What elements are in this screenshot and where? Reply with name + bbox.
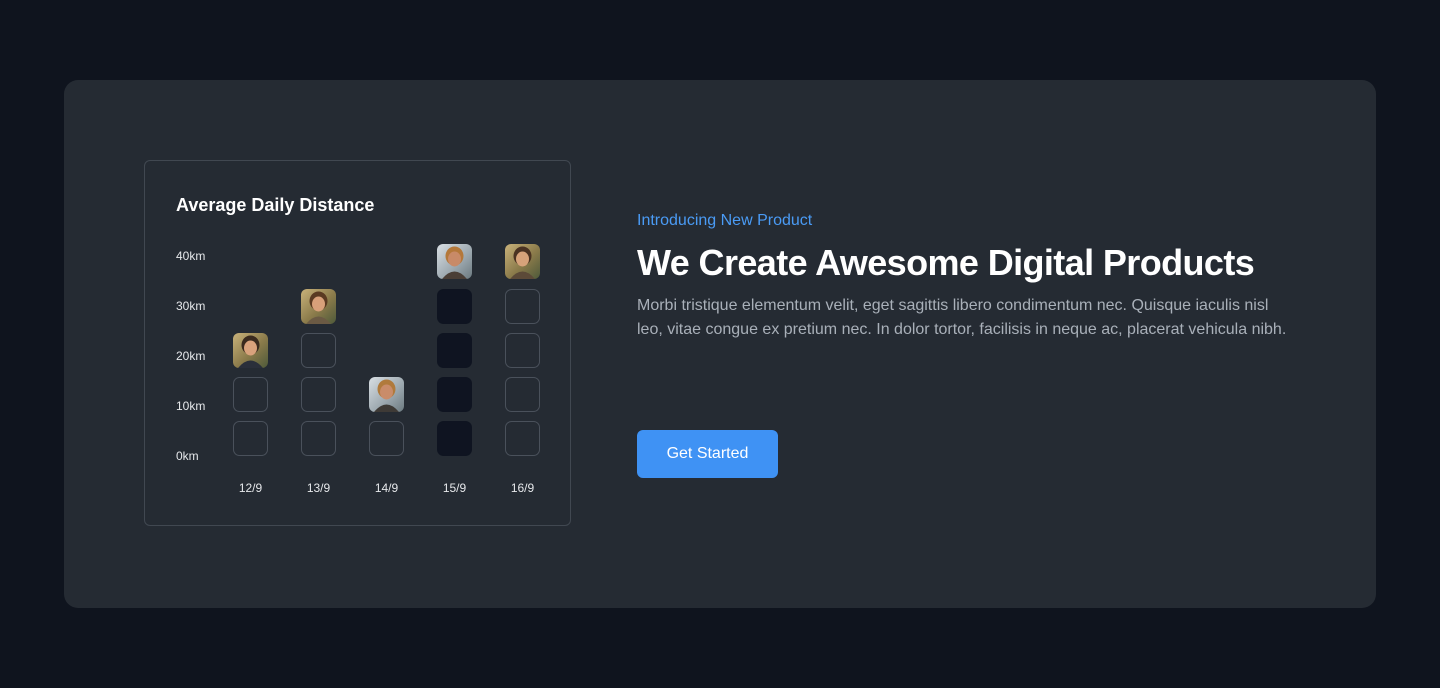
hero-card: Average Daily Distance 40km 30km 20km 10km 0… [64,80,1376,608]
column-cell [233,377,268,412]
avatar [505,244,540,279]
column-cell [505,289,540,324]
hero-eyebrow: Introducing New Product [637,212,813,229]
x-tick-label: 15/9 [443,481,467,495]
x-tick-label: 12/9 [239,481,263,495]
column-cell [369,421,404,456]
hero-headline: We Create Awesome Digital Products [637,242,1255,283]
column-cell [437,421,472,456]
avatar [369,377,404,412]
x-tick-label: 13/9 [307,481,331,495]
column-cell [301,377,336,412]
column-cell [301,333,336,368]
y-tick-label: 10km [176,399,205,413]
column-cell [505,377,540,412]
column-cell [505,333,540,368]
column-cell [505,421,540,456]
y-tick-label: 0km [176,449,199,463]
distance-chart-card: Average Daily Distance 40km 30km 20km 10km 0… [144,160,571,526]
column-cell [437,289,472,324]
y-tick-label: 40km [176,249,205,263]
avatar [233,333,268,368]
avatar [437,244,472,279]
column-cell [301,421,336,456]
y-tick-label: 30km [176,299,205,313]
get-started-button[interactable]: Get Started [637,430,778,478]
column-cell [233,421,268,456]
x-tick-label: 16/9 [511,481,535,495]
hero-description: Morbi tristique elementum velit, eget sa… [637,297,1287,338]
avatar [301,289,336,324]
y-tick-label: 20km [176,349,205,363]
column-cell [437,377,472,412]
column-cell [437,333,472,368]
distance-chart: 40km 30km 20km 10km 0km 12/9 13/9 14/9 15/9 16/9 [176,244,540,495]
x-tick-label: 14/9 [375,481,399,495]
